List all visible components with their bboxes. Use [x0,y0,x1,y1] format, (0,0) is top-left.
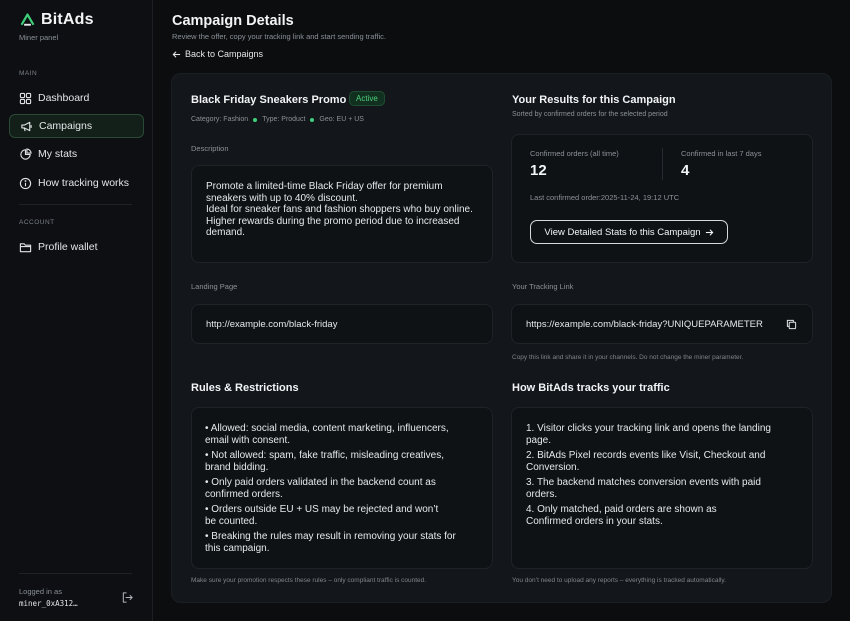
confirmed-7d-value: 4 [681,162,690,179]
tracking-step: 1. Visitor clicks your tracking link and… [526,423,771,446]
description-text: Promote a limited-time Black Friday offe… [206,181,473,239]
sidebar-item-label: My stats [38,148,78,160]
sidebar-item-profile-wallet[interactable]: Profile wallet [9,235,144,259]
sidebar-divider [19,573,132,574]
sidebar: BitAds Miner panel MAIN Dashboard Campai… [0,0,153,621]
rule-item: • Orders outside EU + US may be rejected… [205,504,439,527]
rules-list: • Allowed: social media, content marketi… [205,423,456,558]
rule-item: • Allowed: social media, content marketi… [205,423,449,446]
back-to-campaigns-link[interactable]: Back to Campaigns [172,49,263,59]
back-link-label: Back to Campaigns [185,49,264,59]
how-tracking-note: You don’t need to upload any reports – e… [512,577,726,584]
page-subtitle: Review the offer, copy your tracking lin… [172,32,386,41]
how-tracking-steps: 1. Visitor clicks your tracking link and… [526,423,771,531]
meta-separator-dot [253,117,258,122]
sidebar-item-campaigns[interactable]: Campaigns [9,114,144,138]
stats-divider [662,148,663,180]
how-tracking-box: 1. Visitor clicks your tracking link and… [511,407,813,569]
tracking-step: 2. BitAds Pixel records events like Visi… [526,450,766,473]
sidebar-item-label: Campaigns [39,120,93,132]
confirmed-7d-label: Confirmed in last 7 days [681,149,762,158]
tracking-link-field[interactable]: https://example.com/black-friday?UNIQUEP… [511,304,813,344]
sidebar-item-label: Profile wallet [38,241,98,253]
rule-item: • Only paid orders validated in the back… [205,477,436,500]
logout-icon[interactable] [121,591,134,604]
description-label: Description [191,144,229,153]
arrow-left-icon [172,50,181,58]
tracking-link-note: Copy this link and share it in your chan… [512,354,744,361]
info-icon [19,177,32,189]
landing-page-label: Landing Page [191,282,238,291]
results-subtitle: Sorted by confirmed orders for the selec… [512,111,668,118]
copy-icon[interactable] [786,319,797,330]
megaphone-icon [21,121,32,131]
rule-item: • Not allowed: spam, fake traffic, misle… [205,450,444,473]
logged-in-label: Logged in as [19,587,62,596]
campaign-type: Type: Product [262,116,306,123]
pie-chart-icon [20,147,32,160]
landing-page-field[interactable]: http://example.com/black-friday [191,304,493,344]
campaign-meta: Category: Fashion Type: Product Geo: EU … [191,116,364,123]
description-line: Ideal for sneaker fans and fashion shopp… [206,204,473,215]
sidebar-item-label: Dashboard [38,92,90,104]
how-tracking-title: How BitAds tracks your traffic [512,382,670,394]
sidebar-item-dashboard[interactable]: Dashboard [9,86,144,110]
folder-icon [19,242,32,252]
view-detailed-stats-button[interactable]: View Detailed Stats fo this Campaign [530,220,728,244]
confirmed-all-time-label: Confirmed orders (all time) [530,149,619,158]
landing-page-url: http://example.com/black-friday [206,319,338,330]
sidebar-item-label: How tracking works [38,177,130,189]
description-box: Promote a limited-time Black Friday offe… [191,165,493,263]
campaign-name: Black Friday Sneakers Promo [191,94,347,106]
description-line: demand. [206,227,245,238]
page-title: Campaign Details [172,13,294,29]
brand-subtitle: Miner panel [19,33,59,42]
results-title: Your Results for this Campaign [512,94,676,106]
campaign-category: Category: Fashion [191,116,249,123]
dashboard-icon [19,92,32,104]
meta-separator-dot [310,117,315,122]
tracking-step: 4. Only matched, paid orders are shown a… [526,504,717,527]
brand[interactable]: BitAds [19,11,94,29]
logged-in-user: miner_0xA312… [19,599,78,608]
tracking-link-label: Your Tracking Link [512,282,574,291]
bitads-logo-icon [20,12,35,26]
rules-box: • Allowed: social media, content marketi… [191,407,493,569]
campaign-details-card: Black Friday Sneakers Promo Active Categ… [171,73,832,603]
confirmed-all-time-value: 12 [530,162,547,179]
sidebar-divider [19,204,132,205]
tracking-link-url: https://example.com/black-friday?UNIQUEP… [526,319,763,330]
campaign-geo: Geo: EU + US [319,116,364,123]
description-line: sneakers with up to 40% discount. [206,192,358,204]
last-confirmed-order: Last confirmed order:2025-11-24, 19:12 U… [530,193,680,202]
sidebar-item-how-tracking-works[interactable]: How tracking works [9,171,144,195]
section-label-account: ACCOUNT [19,219,55,226]
tracking-step: 3. The backend matches conversion events… [526,477,761,500]
status-badge: Active [349,91,385,106]
results-box: Confirmed orders (all time) 12 Confirmed… [511,134,813,263]
rule-item: • Breaking the rules may result in remov… [205,531,456,554]
brand-name: BitAds [41,11,94,28]
description-line: Promote a limited-time Black Friday offe… [206,181,443,192]
description-line: Higher rewards during the promo period d… [206,215,460,227]
sidebar-item-my-stats[interactable]: My stats [9,142,144,166]
rules-title: Rules & Restrictions [191,382,299,394]
arrow-right-icon [705,228,713,236]
rules-note: Make sure your promotion respects these … [191,577,427,584]
button-label: View Detailed Stats fo this Campaign [544,226,701,238]
section-label-main: MAIN [19,70,38,77]
